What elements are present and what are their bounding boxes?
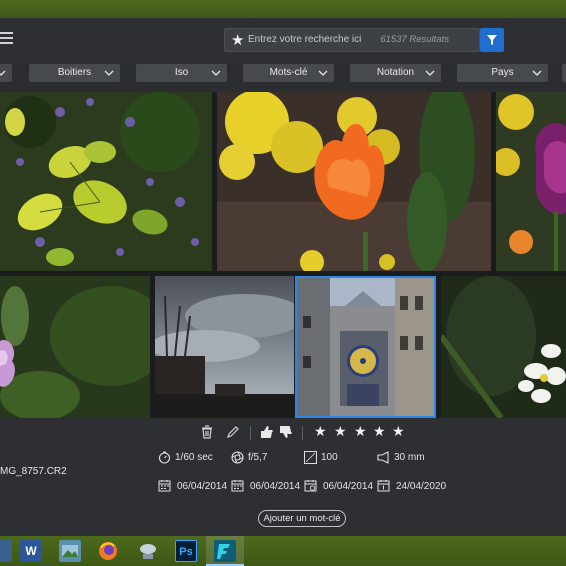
cloudy-sky-trees-photo[interactable] xyxy=(155,276,294,418)
network-icon[interactable] xyxy=(137,540,159,562)
filter-bar: Boitiers Iso Mots-clé Notation Pays xyxy=(0,62,566,86)
calendar-import-icon xyxy=(377,480,390,492)
timer-icon xyxy=(158,451,171,464)
rating-star-icon[interactable]: ★ xyxy=(314,423,327,440)
app-icon[interactable] xyxy=(214,540,236,562)
white-flower-photo[interactable] xyxy=(441,276,566,418)
chevron-down-icon xyxy=(318,70,328,76)
filter-dropdown-more[interactable] xyxy=(562,64,566,82)
chevron-down-icon xyxy=(211,70,221,76)
filename: MG_8757.CR2 xyxy=(0,466,67,477)
date-digitized: 06/04/2014 xyxy=(250,481,301,492)
search-box[interactable]: ★ Entrez votre recherche ici 61537 Resul… xyxy=(224,28,480,52)
edit-pencil-icon[interactable] xyxy=(225,424,241,440)
filter-label: Mots-clé xyxy=(269,67,308,78)
firefox-icon[interactable] xyxy=(97,540,119,562)
filter-dropdown-pays[interactable]: Pays xyxy=(457,64,548,82)
purple-tulip-photo[interactable] xyxy=(496,92,566,271)
toolbar-divider xyxy=(250,426,251,440)
funnel-icon xyxy=(487,35,497,45)
word-icon[interactable]: W xyxy=(20,540,42,562)
calendar-icon xyxy=(158,480,171,492)
filter-dropdown-0[interactable] xyxy=(0,64,12,82)
iso-icon xyxy=(304,451,317,464)
chevron-down-icon xyxy=(425,70,435,76)
app-window: ★ Entrez votre recherche ici 61537 Resul… xyxy=(0,0,566,566)
green-yellow-foliage-photo[interactable] xyxy=(0,92,212,271)
purple-flower-photo[interactable] xyxy=(0,276,150,418)
orange-yellow-tulips-photo[interactable] xyxy=(217,92,491,271)
thumbs-up-icon[interactable] xyxy=(259,424,275,440)
date-imported: 24/04/2020 xyxy=(396,481,447,492)
add-keyword-button[interactable]: Ajouter un mot-clé xyxy=(258,510,346,527)
favorite-star-icon[interactable]: ★ xyxy=(231,31,244,49)
action-toolbar: ★ ★ ★ ★ ★ xyxy=(0,423,566,444)
thumbs-down-icon[interactable] xyxy=(278,424,294,440)
shutter-speed: 1/60 sec xyxy=(175,452,213,463)
chevron-down-icon xyxy=(0,70,6,76)
filter-dropdown-notation[interactable]: Notation xyxy=(350,64,441,82)
photo-grid xyxy=(0,92,566,418)
rating-star-icon[interactable]: ★ xyxy=(392,423,405,440)
chevron-down-icon xyxy=(104,70,114,76)
filter-dropdown-mots-cle[interactable]: Mots-clé xyxy=(243,64,334,82)
calendar-icon xyxy=(231,480,244,492)
focal-length-icon xyxy=(377,451,389,464)
filter-button[interactable] xyxy=(480,28,504,52)
photoshop-icon[interactable]: Ps xyxy=(175,540,197,562)
aperture-value: f/5,7 xyxy=(248,452,268,463)
chevron-down-icon xyxy=(532,70,542,76)
rating-star-icon[interactable]: ★ xyxy=(354,423,367,440)
filter-dropdown-iso[interactable]: Iso xyxy=(136,64,227,82)
results-count: 61537 Resultats xyxy=(380,34,449,45)
filter-dropdown-boitiers[interactable]: Boitiers xyxy=(29,64,120,82)
file-explorer-icon[interactable] xyxy=(0,540,12,562)
trash-icon[interactable] xyxy=(199,424,215,440)
gros-horloge-clock-photo[interactable] xyxy=(295,276,436,418)
photos-icon[interactable] xyxy=(59,540,81,562)
filter-label: Pays xyxy=(491,67,514,78)
focal-length: 30 mm xyxy=(394,452,425,463)
date-modified: 06/04/2014 xyxy=(323,481,374,492)
iso-value: 100 xyxy=(321,452,338,463)
filter-label: Boitiers xyxy=(57,67,92,78)
header-bar: ★ Entrez votre recherche ici 61537 Resul… xyxy=(0,18,566,62)
search-input[interactable]: Entrez votre recherche ici xyxy=(248,34,361,45)
filter-label: Notation xyxy=(376,67,415,78)
toolbar-divider xyxy=(302,426,303,440)
date-taken: 06/04/2014 xyxy=(177,481,228,492)
photo-info-panel: ★ ★ ★ ★ ★ MG_8757.CR2 1/60 sec f/5,7 100… xyxy=(0,418,566,536)
taskbar: W Ps xyxy=(0,536,566,566)
aperture-icon xyxy=(231,451,244,464)
window-top-strip xyxy=(0,0,566,18)
filter-label: Iso xyxy=(174,67,189,78)
calendar-edit-icon xyxy=(304,480,317,492)
rating-star-icon[interactable]: ★ xyxy=(373,423,386,440)
hamburger-menu-icon[interactable] xyxy=(0,32,13,46)
rating-star-icon[interactable]: ★ xyxy=(334,423,347,440)
